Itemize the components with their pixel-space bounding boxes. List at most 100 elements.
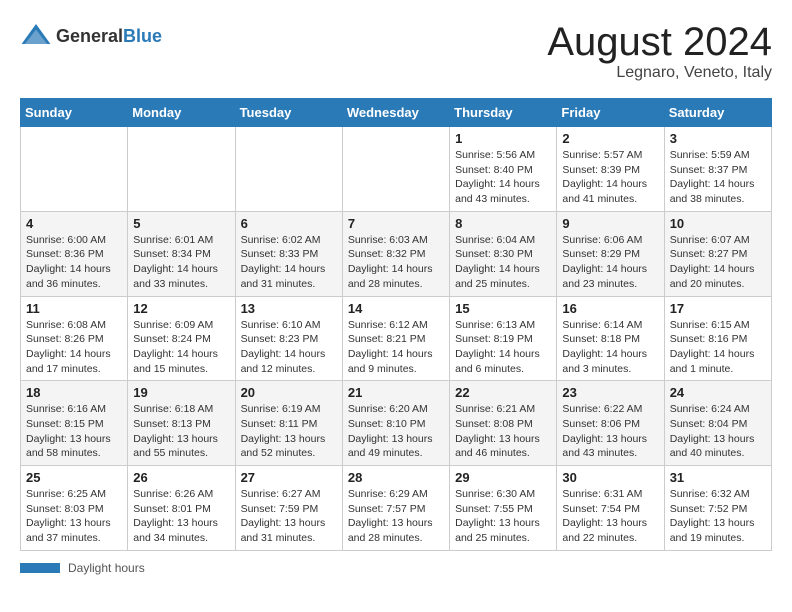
logo-blue-text: Blue (123, 26, 162, 46)
day-info: Sunrise: 6:04 AM Sunset: 8:30 PM Dayligh… (455, 233, 551, 292)
day-cell (128, 127, 235, 212)
day-number: 8 (455, 216, 551, 231)
day-number: 29 (455, 470, 551, 485)
day-cell: 18 Sunrise: 6:16 AM Sunset: 8:15 PM Dayli… (21, 381, 128, 466)
day-info: Sunrise: 6:08 AM Sunset: 8:26 PM Dayligh… (26, 318, 122, 377)
header-row: SundayMondayTuesdayWednesdayThursdayFrid… (21, 99, 772, 127)
day-cell: 26 Sunrise: 6:26 AM Sunset: 8:01 PM Dayli… (128, 466, 235, 551)
calendar-header: SundayMondayTuesdayWednesdayThursdayFrid… (21, 99, 772, 127)
day-info: Sunrise: 6:14 AM Sunset: 8:18 PM Dayligh… (562, 318, 658, 377)
day-info: Sunrise: 6:01 AM Sunset: 8:34 PM Dayligh… (133, 233, 229, 292)
day-number: 5 (133, 216, 229, 231)
day-info: Sunrise: 6:19 AM Sunset: 8:11 PM Dayligh… (241, 402, 337, 461)
day-info: Sunrise: 6:10 AM Sunset: 8:23 PM Dayligh… (241, 318, 337, 377)
day-info: Sunrise: 6:21 AM Sunset: 8:08 PM Dayligh… (455, 402, 551, 461)
day-info: Sunrise: 6:12 AM Sunset: 8:21 PM Dayligh… (348, 318, 444, 377)
day-cell: 17 Sunrise: 6:15 AM Sunset: 8:16 PM Dayli… (664, 296, 771, 381)
day-number: 13 (241, 301, 337, 316)
day-number: 26 (133, 470, 229, 485)
day-cell: 6 Sunrise: 6:02 AM Sunset: 8:33 PM Daylig… (235, 211, 342, 296)
day-cell: 29Sunrise: 6:30 AM Sunset: 7:55 PM Dayli… (450, 466, 557, 551)
day-number: 6 (241, 216, 337, 231)
day-number: 16 (562, 301, 658, 316)
day-cell: 20Sunrise: 6:19 AM Sunset: 8:11 PM Dayli… (235, 381, 342, 466)
day-cell: 16 Sunrise: 6:14 AM Sunset: 8:18 PM Dayli… (557, 296, 664, 381)
header-cell-tuesday: Tuesday (235, 99, 342, 127)
day-number: 11 (26, 301, 122, 316)
day-cell: 12 Sunrise: 6:09 AM Sunset: 8:24 PM Dayli… (128, 296, 235, 381)
day-cell (342, 127, 449, 212)
day-number: 24 (670, 385, 766, 400)
header: GeneralBlue August 2024 Legnaro, Veneto,… (20, 20, 772, 82)
day-cell: 25 Sunrise: 6:25 AM Sunset: 8:03 PM Dayli… (21, 466, 128, 551)
day-number: 9 (562, 216, 658, 231)
day-number: 14 (348, 301, 444, 316)
title-area: August 2024 Legnaro, Veneto, Italy (547, 20, 772, 82)
day-info: Sunrise: 6:16 AM Sunset: 8:15 PM Dayligh… (26, 402, 122, 461)
daylight-bar-icon (20, 563, 60, 573)
week-row-1: 1 Sunrise: 5:56 AM Sunset: 8:40 PM Daylig… (21, 127, 772, 212)
day-cell: 5 Sunrise: 6:01 AM Sunset: 8:34 PM Daylig… (128, 211, 235, 296)
week-row-5: 25 Sunrise: 6:25 AM Sunset: 8:03 PM Dayli… (21, 466, 772, 551)
day-cell: 7 Sunrise: 6:03 AM Sunset: 8:32 PM Daylig… (342, 211, 449, 296)
day-cell: 3Sunrise: 5:59 AM Sunset: 8:37 PM Daylig… (664, 127, 771, 212)
day-cell: 8 Sunrise: 6:04 AM Sunset: 8:30 PM Daylig… (450, 211, 557, 296)
day-info: Sunrise: 6:20 AM Sunset: 8:10 PM Dayligh… (348, 402, 444, 461)
day-cell: 22Sunrise: 6:21 AM Sunset: 8:08 PM Dayli… (450, 381, 557, 466)
header-cell-friday: Friday (557, 99, 664, 127)
logo-icon (20, 20, 52, 52)
calendar-table: SundayMondayTuesdayWednesdayThursdayFrid… (20, 98, 772, 551)
day-info: Sunrise: 6:02 AM Sunset: 8:33 PM Dayligh… (241, 233, 337, 292)
day-cell: 2Sunrise: 5:57 AM Sunset: 8:39 PM Daylig… (557, 127, 664, 212)
page-title: August 2024 (547, 20, 772, 64)
day-cell: 24Sunrise: 6:24 AM Sunset: 8:04 PM Dayli… (664, 381, 771, 466)
day-number: 1 (455, 131, 551, 146)
day-cell: 30 Sunrise: 6:31 AM Sunset: 7:54 PM Dayli… (557, 466, 664, 551)
day-info: Sunrise: 6:31 AM Sunset: 7:54 PM Dayligh… (562, 487, 658, 546)
logo-general-text: General (56, 26, 123, 46)
day-cell: 15Sunrise: 6:13 AM Sunset: 8:19 PM Dayli… (450, 296, 557, 381)
day-cell: 28Sunrise: 6:29 AM Sunset: 7:57 PM Dayli… (342, 466, 449, 551)
day-info: Sunrise: 5:56 AM Sunset: 8:40 PM Dayligh… (455, 148, 551, 207)
day-number: 10 (670, 216, 766, 231)
day-number: 30 (562, 470, 658, 485)
daylight-label: Daylight hours (68, 561, 145, 575)
day-info: Sunrise: 6:25 AM Sunset: 8:03 PM Dayligh… (26, 487, 122, 546)
day-number: 4 (26, 216, 122, 231)
week-row-4: 18 Sunrise: 6:16 AM Sunset: 8:15 PM Dayli… (21, 381, 772, 466)
page-subtitle: Legnaro, Veneto, Italy (547, 64, 772, 82)
day-cell: 27 Sunrise: 6:27 AM Sunset: 7:59 PM Dayli… (235, 466, 342, 551)
day-info: Sunrise: 6:26 AM Sunset: 8:01 PM Dayligh… (133, 487, 229, 546)
day-info: Sunrise: 6:15 AM Sunset: 8:16 PM Dayligh… (670, 318, 766, 377)
day-cell: 21Sunrise: 6:20 AM Sunset: 8:10 PM Dayli… (342, 381, 449, 466)
day-cell: 13 Sunrise: 6:10 AM Sunset: 8:23 PM Dayli… (235, 296, 342, 381)
day-number: 18 (26, 385, 122, 400)
day-number: 12 (133, 301, 229, 316)
day-cell (21, 127, 128, 212)
day-number: 3 (670, 131, 766, 146)
day-number: 7 (348, 216, 444, 231)
day-info: Sunrise: 6:03 AM Sunset: 8:32 PM Dayligh… (348, 233, 444, 292)
day-info: Sunrise: 6:13 AM Sunset: 8:19 PM Dayligh… (455, 318, 551, 377)
day-info: Sunrise: 5:57 AM Sunset: 8:39 PM Dayligh… (562, 148, 658, 207)
day-cell: 19Sunrise: 6:18 AM Sunset: 8:13 PM Dayli… (128, 381, 235, 466)
header-cell-monday: Monday (128, 99, 235, 127)
day-info: Sunrise: 6:09 AM Sunset: 8:24 PM Dayligh… (133, 318, 229, 377)
day-info: Sunrise: 6:27 AM Sunset: 7:59 PM Dayligh… (241, 487, 337, 546)
day-number: 17 (670, 301, 766, 316)
logo: GeneralBlue (20, 20, 162, 52)
day-cell: 10Sunrise: 6:07 AM Sunset: 8:27 PM Dayli… (664, 211, 771, 296)
day-cell: 4Sunrise: 6:00 AM Sunset: 8:36 PM Daylig… (21, 211, 128, 296)
day-cell: 9Sunrise: 6:06 AM Sunset: 8:29 PM Daylig… (557, 211, 664, 296)
day-info: Sunrise: 6:18 AM Sunset: 8:13 PM Dayligh… (133, 402, 229, 461)
day-cell: 11 Sunrise: 6:08 AM Sunset: 8:26 PM Dayli… (21, 296, 128, 381)
day-number: 25 (26, 470, 122, 485)
day-number: 27 (241, 470, 337, 485)
day-number: 28 (348, 470, 444, 485)
day-cell: 14 Sunrise: 6:12 AM Sunset: 8:21 PM Dayli… (342, 296, 449, 381)
week-row-2: 4Sunrise: 6:00 AM Sunset: 8:36 PM Daylig… (21, 211, 772, 296)
week-row-3: 11 Sunrise: 6:08 AM Sunset: 8:26 PM Dayli… (21, 296, 772, 381)
day-cell: 23Sunrise: 6:22 AM Sunset: 8:06 PM Dayli… (557, 381, 664, 466)
day-number: 31 (670, 470, 766, 485)
header-cell-sunday: Sunday (21, 99, 128, 127)
